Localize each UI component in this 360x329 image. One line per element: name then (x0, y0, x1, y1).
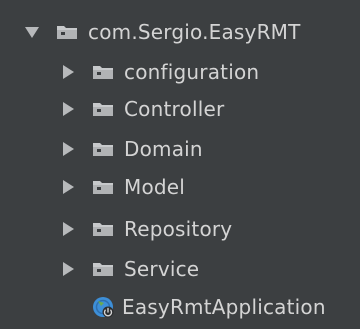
expand-arrow-collapsed-icon[interactable] (56, 102, 80, 116)
package-folder-icon (93, 223, 113, 236)
spring-boot-application-icon (93, 297, 114, 318)
tree-node-label: com.Sergio.EasyRMT (88, 20, 301, 44)
expand-arrow-collapsed-icon[interactable] (56, 180, 80, 194)
expand-arrow-collapsed-icon[interactable] (56, 222, 80, 236)
tree-node-label: Domain (124, 137, 203, 161)
tree-node-label: Repository (124, 217, 233, 241)
package-folder-icon (57, 26, 77, 39)
tree-node-easyrmt-application[interactable]: EasyRmtApplication (92, 287, 326, 327)
expand-arrow-expanded-icon[interactable] (20, 26, 44, 38)
tree-node-controller[interactable]: Controller (56, 89, 224, 129)
tree-node-label: configuration (124, 60, 260, 84)
package-folder-icon (93, 103, 113, 116)
tree-node-label: EasyRmtApplication (122, 295, 326, 319)
tree-node-root-package[interactable]: com.Sergio.EasyRMT (20, 12, 301, 52)
tree-node-configuration[interactable]: configuration (56, 52, 259, 92)
tree-node-label: Model (124, 175, 186, 199)
tree-node-repository[interactable]: Repository (56, 209, 232, 249)
tree-node-label: Controller (124, 97, 225, 121)
package-folder-icon (93, 143, 113, 156)
project-tree: com.Sergio.EasyRMT configuration Control… (0, 0, 360, 329)
tree-node-domain[interactable]: Domain (56, 129, 203, 169)
package-folder-icon (93, 66, 113, 79)
tree-node-model[interactable]: Model (56, 167, 185, 207)
expand-arrow-collapsed-icon[interactable] (56, 65, 80, 79)
tree-node-service[interactable]: Service (56, 249, 199, 289)
expand-arrow-collapsed-icon[interactable] (56, 262, 80, 276)
expand-arrow-collapsed-icon[interactable] (56, 142, 80, 156)
package-folder-icon (93, 181, 113, 194)
tree-node-label: Service (124, 257, 200, 281)
package-folder-icon (93, 263, 113, 276)
